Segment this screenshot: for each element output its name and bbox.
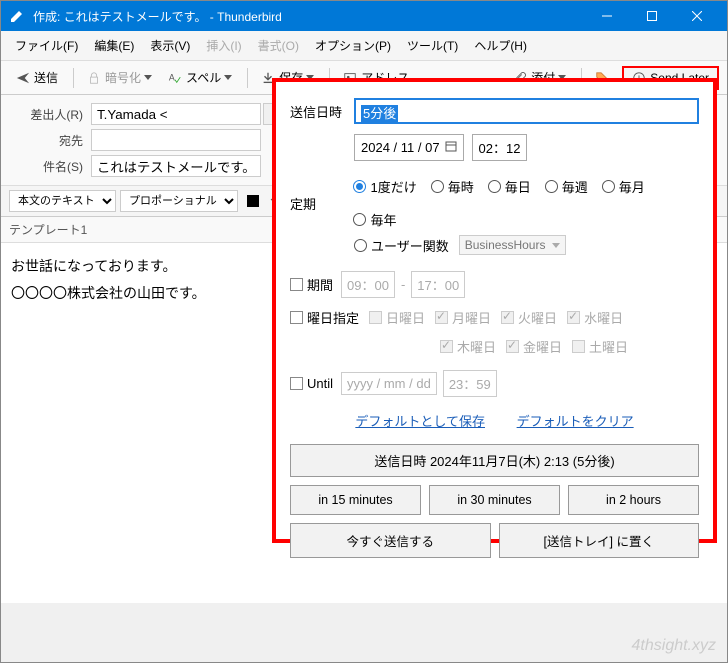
send-icon — [16, 71, 30, 85]
period-start-input[interactable]: 09：00 — [341, 271, 395, 298]
menu-insert[interactable]: 挿入(I) — [198, 35, 249, 56]
clear-default-link[interactable]: デフォルトをクリア — [517, 414, 634, 429]
send-time-label: 送信日時 — [290, 102, 354, 121]
color-button[interactable] — [242, 190, 264, 212]
to-input[interactable] — [91, 129, 261, 151]
time-input[interactable]: 02：12 — [472, 134, 528, 161]
day-mon: 月曜日 — [435, 308, 491, 327]
until-date-input[interactable]: yyyy / mm / dd — [341, 372, 437, 395]
recur-monthly-radio[interactable]: 毎月 — [602, 177, 645, 196]
separator — [73, 68, 74, 88]
window-maximize-button[interactable] — [629, 1, 674, 31]
recur-label: 定期 — [290, 194, 353, 213]
recur-daily-radio[interactable]: 毎日 — [488, 177, 531, 196]
chevron-down-icon — [144, 75, 152, 80]
window-title: 作成: これはテストメールです。 - Thunderbird — [33, 8, 584, 25]
days-label: 曜日指定 — [307, 308, 359, 327]
recur-user-radio[interactable]: ユーザー関数 — [354, 236, 449, 255]
from-label: 差出人(R) — [11, 106, 91, 123]
watermark: 4thsight.xyz — [632, 637, 716, 655]
day-thu: 木曜日 — [440, 337, 496, 356]
date-input[interactable]: 2024 / 11 / 07 — [354, 134, 464, 161]
menu-help[interactable]: ヘルプ(H) — [466, 35, 535, 56]
in-2-hours-button[interactable]: in 2 hours — [568, 485, 699, 515]
day-wed: 水曜日 — [567, 308, 623, 327]
until-label: Until — [307, 376, 333, 391]
days-checkbox[interactable] — [290, 311, 303, 324]
spell-label: スペル — [186, 69, 221, 86]
window-minimize-button[interactable] — [584, 1, 629, 31]
day-tue: 火曜日 — [501, 308, 557, 327]
lock-icon — [87, 71, 101, 85]
separator — [247, 68, 248, 88]
send-later-panel: 送信日時 5分後 2024 / 11 / 07 02：12 定期 1度だけ 毎時… — [272, 78, 717, 543]
menu-options[interactable]: オプション(P) — [307, 35, 399, 56]
send-time-input[interactable]: 5分後 — [354, 98, 699, 124]
recur-yearly-radio[interactable]: 毎年 — [353, 210, 396, 229]
paragraph-style-select[interactable]: 本文のテキスト — [9, 190, 116, 212]
send-now-button[interactable]: 今すぐ送信する — [290, 523, 491, 558]
menu-view[interactable]: 表示(V) — [142, 35, 198, 56]
calendar-icon — [445, 140, 457, 155]
day-sun: 日曜日 — [369, 308, 425, 327]
pencil-icon — [9, 8, 25, 24]
encrypt-label: 暗号化 — [105, 69, 141, 86]
period-checkbox[interactable] — [290, 278, 303, 291]
user-function-select[interactable]: BusinessHours — [459, 235, 567, 255]
from-input[interactable] — [91, 103, 261, 125]
day-sat: 土曜日 — [572, 337, 628, 356]
period-label: 期間 — [307, 275, 333, 294]
chevron-down-icon — [552, 243, 560, 248]
font-select[interactable]: プロポーショナル — [120, 190, 238, 212]
in-30-min-button[interactable]: in 30 minutes — [429, 485, 560, 515]
chevron-down-icon — [224, 75, 232, 80]
menu-file[interactable]: ファイル(F) — [7, 35, 86, 56]
spell-icon: A — [168, 71, 182, 85]
recur-hourly-radio[interactable]: 毎時 — [431, 177, 474, 196]
menubar: ファイル(F) 編集(E) 表示(V) 挿入(I) 書式(O) オプション(P)… — [1, 31, 727, 61]
send-label: 送信 — [34, 69, 58, 86]
in-15-min-button[interactable]: in 15 minutes — [290, 485, 421, 515]
menu-tools[interactable]: ツール(T) — [399, 35, 466, 56]
until-time-input[interactable]: 23：59 — [443, 370, 497, 397]
window-close-button[interactable] — [674, 1, 719, 31]
schedule-summary: 送信日時 2024年11月7日(木) 2:13 (5分後) — [290, 444, 699, 477]
save-default-link[interactable]: デフォルトとして保存 — [355, 414, 485, 429]
recur-weekly-radio[interactable]: 毎週 — [545, 177, 588, 196]
svg-text:A: A — [169, 72, 175, 82]
menu-format[interactable]: 書式(O) — [250, 35, 307, 56]
put-in-outbox-button[interactable]: [送信トレイ] に置く — [499, 523, 700, 558]
recur-once-radio[interactable]: 1度だけ — [353, 177, 416, 196]
until-checkbox[interactable] — [290, 377, 303, 390]
send-button[interactable]: 送信 — [9, 66, 65, 89]
subject-input[interactable] — [91, 155, 261, 177]
period-end-input[interactable]: 17：00 — [411, 271, 465, 298]
day-fri: 金曜日 — [506, 337, 562, 356]
spell-button[interactable]: A スペル — [161, 66, 239, 89]
subject-label: 件名(S) — [11, 158, 91, 175]
menu-edit[interactable]: 編集(E) — [86, 35, 142, 56]
encrypt-button[interactable]: 暗号化 — [80, 66, 159, 89]
window-titlebar: 作成: これはテストメールです。 - Thunderbird — [1, 1, 727, 31]
to-label[interactable]: 宛先 — [11, 132, 91, 149]
